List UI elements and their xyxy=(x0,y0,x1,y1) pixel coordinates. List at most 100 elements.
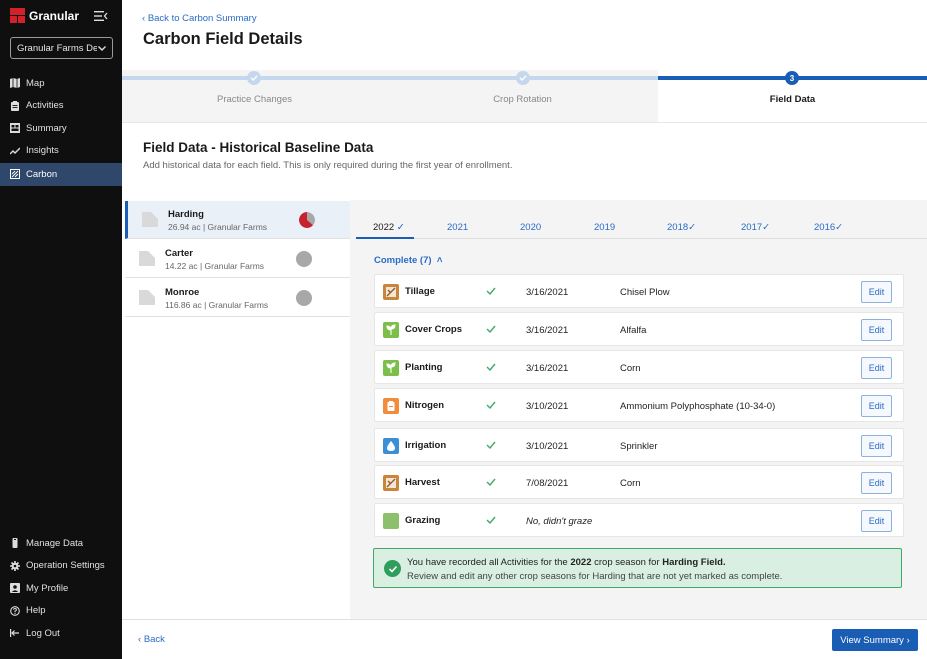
field-meta: 14.22 ac | Granular Farms xyxy=(165,261,265,271)
clipboard-icon xyxy=(11,100,19,111)
sprout-icon xyxy=(383,360,399,376)
activity-detail: Chisel Plow xyxy=(620,287,670,298)
complete-section-toggle[interactable]: Complete (7) ˄ xyxy=(374,255,442,266)
tab-2022[interactable]: 2022 ✓ xyxy=(373,222,405,233)
check-icon xyxy=(486,516,496,525)
step-label: Field Data xyxy=(769,94,816,105)
divider xyxy=(122,122,927,123)
back-to-summary-link[interactable]: ‹ Back to Carbon Summary xyxy=(142,13,257,24)
grazing-icon xyxy=(383,513,399,529)
activity-name: Grazing xyxy=(405,515,441,526)
org-select-value: Granular Farms De xyxy=(17,42,97,54)
activity-detail: Corn xyxy=(620,478,641,489)
tab-2018[interactable]: 2018✓ xyxy=(667,222,696,233)
check-icon xyxy=(486,287,496,296)
section-subtitle: Add historical data for each field. This… xyxy=(143,160,513,171)
progress-stepper: Practice Changes Crop Rotation 3 Field D… xyxy=(122,70,927,123)
edit-button[interactable]: Edit xyxy=(861,319,892,341)
nav-item-activities[interactable]: Activities xyxy=(0,95,122,118)
field-name: Carter xyxy=(165,248,193,259)
edit-button[interactable]: Edit xyxy=(861,281,892,303)
activity-row-irrigation: Irrigation 3/10/2021 Sprinkler Edit xyxy=(374,428,904,462)
activity-date: 3/16/2021 xyxy=(526,287,569,298)
nav-label: My Profile xyxy=(26,582,69,594)
year-tabs: 2022 ✓ 2021 2020 2019 2018✓ 2017✓ 2016✓ xyxy=(356,215,927,239)
profile-icon xyxy=(10,583,20,594)
field-shape-icon xyxy=(139,251,155,266)
step-number: 3 xyxy=(785,71,799,85)
trend-icon xyxy=(10,147,20,155)
gear-icon xyxy=(10,560,20,571)
activity-name: Irrigation xyxy=(405,440,447,451)
edit-button[interactable]: Edit xyxy=(861,472,892,494)
help-icon xyxy=(10,605,20,616)
tab-2016[interactable]: 2016✓ xyxy=(814,222,843,233)
activity-name: Harvest xyxy=(405,477,440,488)
check-icon xyxy=(486,401,496,410)
secondary-nav: Manage Data Operation Settings My Profil… xyxy=(0,532,122,645)
nav-item-manage-data[interactable]: Manage Data xyxy=(0,532,122,555)
alert-detail: Review and edit any other crop seasons f… xyxy=(407,571,783,582)
field-shape-icon xyxy=(139,290,155,305)
nav-label: Map xyxy=(26,77,45,89)
sprout-icon xyxy=(383,322,399,338)
collapse-menu-icon[interactable] xyxy=(94,10,108,22)
nav-item-carbon[interactable]: Carbon xyxy=(0,162,122,186)
nav-item-map[interactable]: Map xyxy=(0,72,122,95)
activity-name: Planting xyxy=(405,362,443,373)
field-item-monroe[interactable]: Monroe 116.86 ac | Granular Farms xyxy=(125,279,350,317)
field-meta: 116.86 ac | Granular Farms xyxy=(165,300,269,310)
nav-label: Activities xyxy=(26,100,64,112)
sidebar: Granular Granular Farms De Map Activitie… xyxy=(0,0,122,659)
check-icon xyxy=(247,71,261,85)
field-item-harding[interactable]: Harding 26.94 ac | Granular Farms xyxy=(125,201,350,239)
edit-button[interactable]: Edit xyxy=(861,435,892,457)
check-icon: ✓ xyxy=(835,222,844,233)
activity-row-nitrogen: Nitrogen 3/10/2021 Ammonium Polyphosphat… xyxy=(374,388,904,422)
tab-2020[interactable]: 2020 xyxy=(520,222,541,233)
brand-name: Granular xyxy=(29,8,80,23)
activity-row-tillage: Tillage 3/16/2021 Chisel Plow Edit xyxy=(374,274,904,308)
check-icon: ✓ xyxy=(396,222,405,233)
activity-name: Cover Crops xyxy=(405,324,463,335)
nav-item-operation-settings[interactable]: Operation Settings xyxy=(0,555,122,578)
back-button[interactable]: ‹ Back xyxy=(138,634,165,645)
tab-2019[interactable]: 2019 xyxy=(594,222,615,233)
bag-icon xyxy=(383,398,399,414)
check-icon xyxy=(486,478,496,487)
view-summary-button[interactable]: View Summary › xyxy=(832,629,918,651)
tab-2017[interactable]: 2017✓ xyxy=(741,222,770,233)
nav-item-insights[interactable]: Insights xyxy=(0,140,122,163)
status-icon xyxy=(296,251,312,267)
edit-button[interactable]: Edit xyxy=(861,395,892,417)
nav-item-log-out[interactable]: Log Out xyxy=(0,622,122,645)
nav-label: Manage Data xyxy=(26,537,84,549)
nav-item-summary[interactable]: Summary xyxy=(0,117,122,140)
nav-item-my-profile[interactable]: My Profile xyxy=(0,577,122,600)
step-field-data[interactable]: 3 Field Data xyxy=(658,70,927,123)
activity-detail: Corn xyxy=(620,363,641,374)
check-icon: ✓ xyxy=(688,222,697,233)
field-name: Monroe xyxy=(165,287,200,298)
step-practice-changes[interactable]: Practice Changes xyxy=(122,70,387,123)
activity-date: 7/08/2021 xyxy=(526,478,569,489)
edit-button[interactable]: Edit xyxy=(861,357,892,379)
granular-logo-icon xyxy=(10,8,25,23)
activity-panel: 2022 ✓ 2021 2020 2019 2018✓ 2017✓ 2016✓ … xyxy=(350,200,927,619)
check-icon xyxy=(486,363,496,372)
carbon-icon xyxy=(10,169,20,179)
org-select[interactable]: Granular Farms De xyxy=(10,37,113,59)
tab-2021[interactable]: 2021 xyxy=(447,222,468,233)
status-icon xyxy=(296,290,312,306)
activity-date: 3/16/2021 xyxy=(526,363,569,374)
field-item-carter[interactable]: Carter 14.22 ac | Granular Farms xyxy=(125,240,350,278)
chevron-up-icon: ˄ xyxy=(434,255,443,266)
field-name: Harding xyxy=(168,209,204,220)
logo[interactable]: Granular xyxy=(10,8,79,23)
harvest-icon xyxy=(383,475,399,491)
step-crop-rotation[interactable]: Crop Rotation xyxy=(387,70,658,123)
nav-item-help[interactable]: Help xyxy=(0,600,122,623)
check-icon xyxy=(516,71,530,85)
tillage-icon xyxy=(383,284,399,300)
edit-button[interactable]: Edit xyxy=(861,510,892,532)
